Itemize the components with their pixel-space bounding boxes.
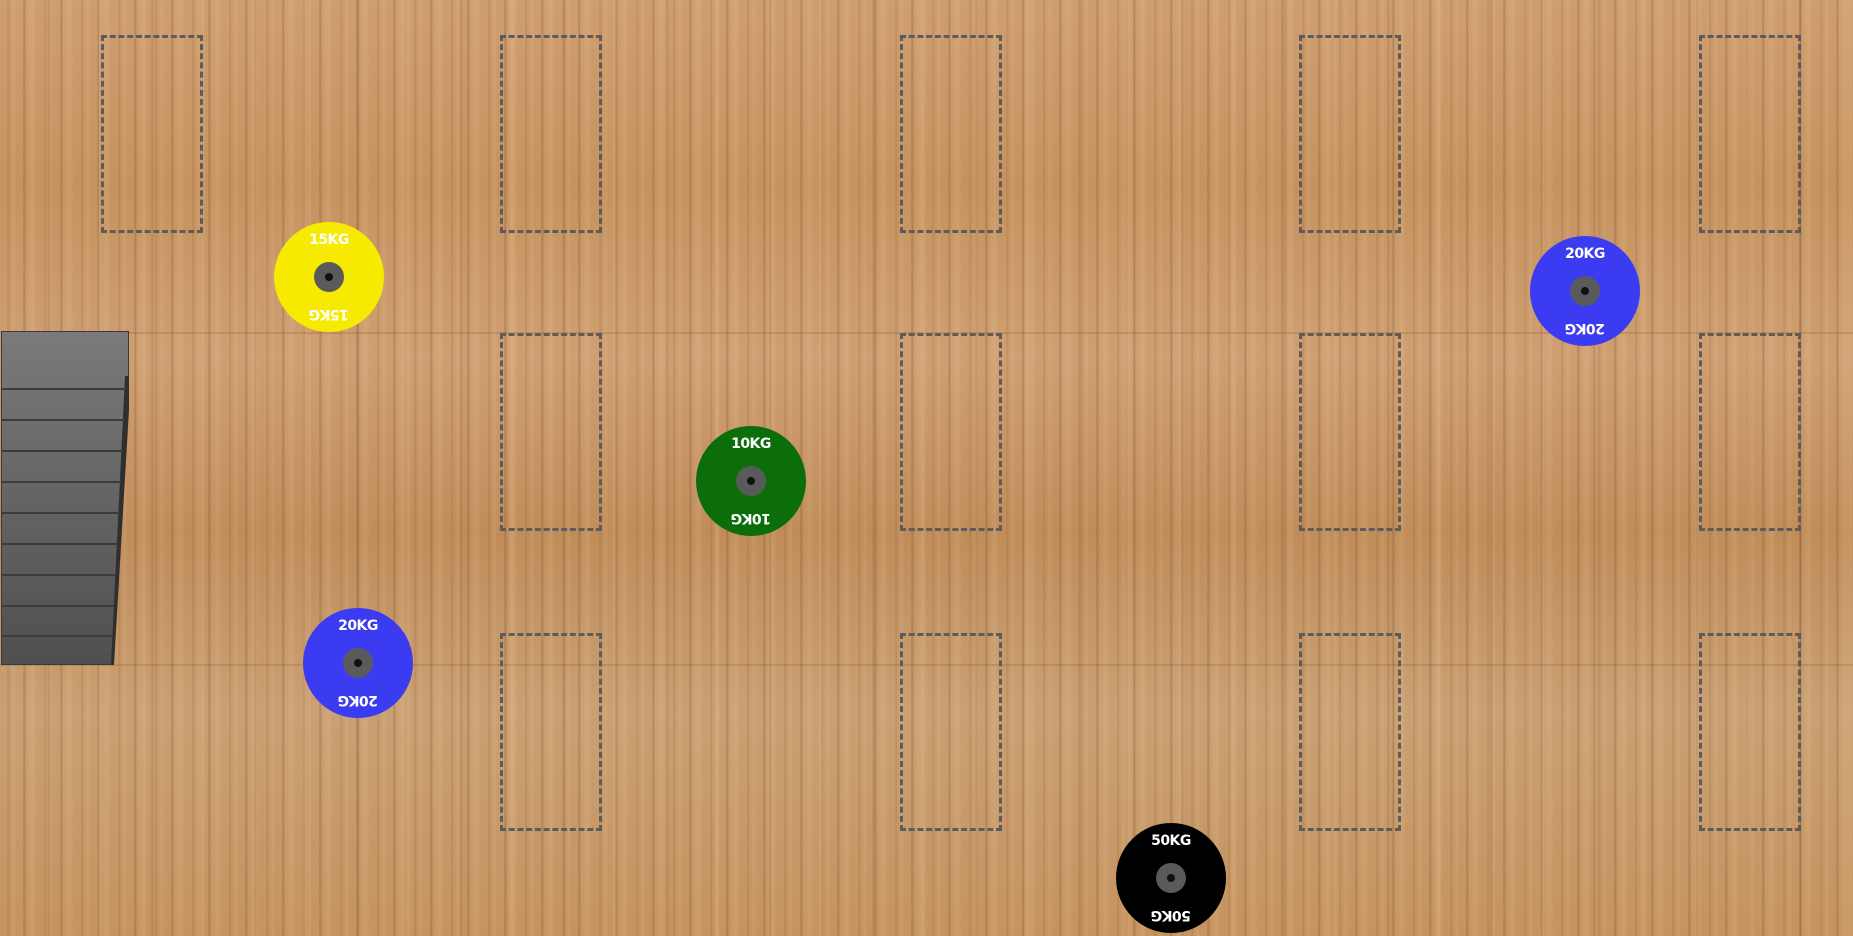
- drop-slot[interactable]: [1699, 35, 1801, 233]
- plate-hub-icon: [314, 262, 344, 292]
- drop-slot[interactable]: [900, 333, 1002, 531]
- plate-50kg[interactable]: 50KG 50KG: [1116, 823, 1226, 933]
- plate-hub-icon: [736, 466, 766, 496]
- drop-slot[interactable]: [500, 333, 602, 531]
- wood-floor: 15KG 15KG 20KG 20KG 10KG 10KG 20KG 20KG …: [0, 0, 1853, 936]
- drop-slot[interactable]: [1699, 633, 1801, 831]
- plate-label-bottom: 10KG: [731, 510, 771, 526]
- plate-15kg[interactable]: 15KG 15KG: [274, 222, 384, 332]
- drop-slot[interactable]: [500, 35, 602, 233]
- plate-label-bottom: 15KG: [309, 306, 349, 322]
- drop-slot[interactable]: [101, 35, 203, 233]
- drop-slot[interactable]: [900, 633, 1002, 831]
- plate-label-top: 20KG: [1565, 246, 1605, 262]
- plate-label-top: 20KG: [338, 618, 378, 634]
- plate-20kg-left[interactable]: 20KG 20KG: [303, 608, 413, 718]
- plate-label-top: 15KG: [309, 232, 349, 248]
- drop-slot[interactable]: [500, 633, 602, 831]
- plate-label-top: 10KG: [731, 436, 771, 452]
- plate-hub-icon: [1156, 863, 1186, 893]
- plate-label-bottom: 50KG: [1151, 907, 1191, 923]
- plate-hub-icon: [343, 648, 373, 678]
- plate-10kg[interactable]: 10KG 10KG: [696, 426, 806, 536]
- drop-slot[interactable]: [1299, 35, 1401, 233]
- plate-20kg-right[interactable]: 20KG 20KG: [1530, 236, 1640, 346]
- plate-label-bottom: 20KG: [1565, 320, 1605, 336]
- plate-label-bottom: 20KG: [338, 692, 378, 708]
- plate-hub-icon: [1570, 276, 1600, 306]
- drop-slot[interactable]: [1299, 333, 1401, 531]
- plate-rack-icon: [1, 331, 129, 665]
- drop-slot[interactable]: [1299, 633, 1401, 831]
- plate-label-top: 50KG: [1151, 833, 1191, 849]
- drop-slot[interactable]: [1699, 333, 1801, 531]
- drop-slot[interactable]: [900, 35, 1002, 233]
